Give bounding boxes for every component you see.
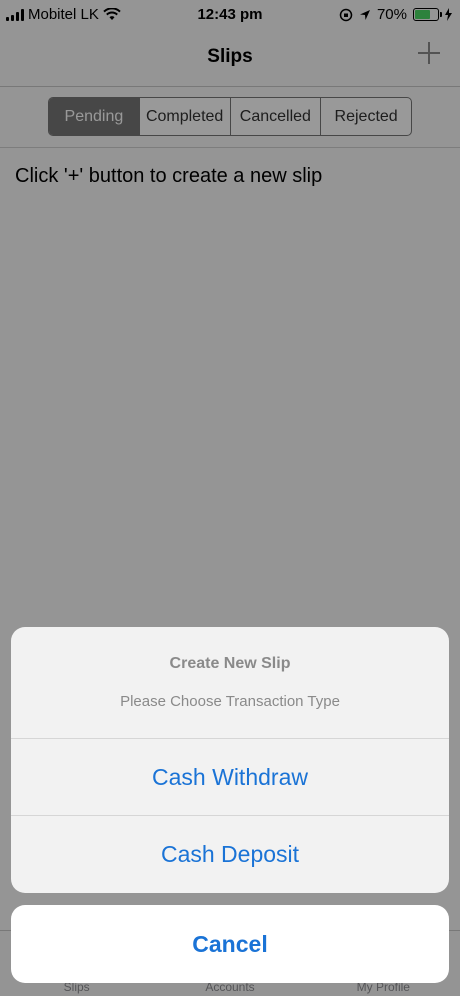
cash-deposit-button[interactable]: Cash Deposit	[11, 816, 449, 893]
action-sheet-title: Create New Slip	[169, 655, 291, 672]
action-sheet: Create New Slip Please Choose Transactio…	[11, 627, 449, 893]
cancel-button[interactable]: Cancel	[11, 905, 449, 983]
action-sheet-header: Create New Slip Please Choose Transactio…	[11, 627, 449, 739]
cash-withdraw-button[interactable]: Cash Withdraw	[11, 739, 449, 816]
action-sheet-message: Please Choose Transaction Type	[120, 693, 340, 710]
